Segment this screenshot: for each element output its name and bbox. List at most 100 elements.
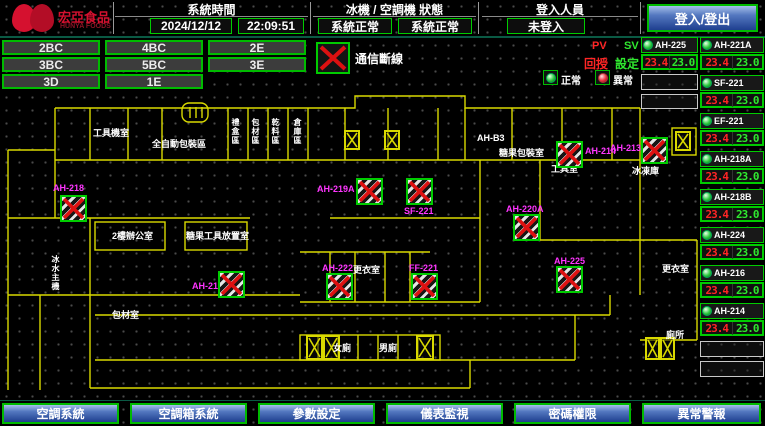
device-status-led (702, 306, 712, 316)
comm-loss-icon (316, 42, 350, 74)
device-ah-218b-values: 23.423.0 (700, 206, 764, 222)
device-ah-218a[interactable]: AH-218A (700, 151, 764, 167)
pv-value: 23.4 (702, 132, 733, 145)
device-status-led (702, 116, 712, 126)
comm-loss-marker (641, 137, 668, 164)
sv-value: 23.0 (733, 56, 763, 69)
sv-value: 23.0 (733, 246, 763, 259)
device-ef-221[interactable]: EF-221 (700, 113, 764, 129)
floor-button-5bc[interactable]: 5BC (105, 57, 203, 72)
device-status-led (702, 154, 712, 164)
comm-loss-marker (556, 141, 583, 168)
login-logout-button[interactable]: 登入/登出 (647, 4, 758, 32)
comm-loss-label: 通信斷線 (355, 50, 403, 66)
equipment-tag: SF-221 (404, 206, 434, 216)
login-user-label: 登入人員 (482, 2, 638, 17)
device-status-led (702, 230, 712, 240)
device-ah-214[interactable]: AH-214 (700, 303, 764, 319)
device-sf-221[interactable]: SF-221 (700, 75, 764, 91)
room-label: 更衣室 (662, 262, 689, 275)
comm-loss-marker (218, 271, 245, 298)
logo: 宏亞食品 HUNYA FOODS (6, 2, 112, 35)
sv-value: 23.0 (733, 208, 763, 221)
pv-value: 23.4 (702, 284, 733, 297)
room-label: AH-B3 (477, 133, 505, 143)
legend-setpoint: 設定 (615, 55, 639, 72)
device-status-led (702, 40, 712, 50)
device-ah-224-values: 23.423.0 (700, 244, 764, 260)
nav-ahu-system[interactable]: 空調箱系統 (130, 403, 247, 424)
device-name: AH-216 (714, 268, 745, 278)
room-label: 全自動包裝區 (152, 137, 206, 150)
device-ah-216[interactable]: AH-216 (700, 265, 764, 281)
logo-subtitle: HUNYA FOODS (60, 23, 111, 30)
comm-loss-marker (556, 266, 583, 293)
room-label: 更衣室 (353, 263, 380, 276)
pv-value: 23.4 (643, 56, 670, 69)
floor-button-1e[interactable]: 1E (105, 74, 203, 89)
nav-ac-system[interactable]: 空調系統 (2, 403, 119, 424)
device-ah-224[interactable]: AH-224 (700, 227, 764, 243)
equipment-tag: FF-221 (409, 263, 438, 273)
floor-button-3d[interactable]: 3D (2, 74, 100, 89)
device-status-led (702, 268, 712, 278)
floor-button-2e[interactable]: 2E (208, 40, 306, 55)
floor-button-3e[interactable]: 3E (208, 57, 306, 72)
device-ah-221a[interactable]: AH-221A (700, 37, 764, 53)
device-name: AH-221A (714, 40, 752, 50)
sv-value: 23.0 (733, 170, 763, 183)
header-divider (640, 2, 641, 34)
comm-loss-marker (356, 178, 383, 205)
nav-password-access[interactable]: 密碼權限 (514, 403, 631, 424)
device-ah-216-values: 23.423.0 (700, 282, 764, 298)
device-ah-225[interactable]: AH-225 (641, 37, 698, 53)
pv-value: 23.4 (702, 246, 733, 259)
legend-abnormal-label: 異常 (613, 72, 633, 87)
nav-parameter-setup[interactable]: 參數設定 (258, 403, 375, 424)
nav-meter-monitor[interactable]: 儀表監視 (386, 403, 503, 424)
comm-loss-marker (60, 195, 87, 222)
green-led-icon (546, 73, 556, 83)
comm-loss-marker (326, 273, 353, 300)
equipment-tag: AH-220A (506, 204, 544, 214)
pv-value: 23.4 (702, 94, 733, 107)
nav-alarm[interactable]: 異常警報 (642, 403, 761, 424)
legend-normal-label: 正常 (561, 72, 581, 87)
panel-empty-slot (700, 361, 764, 377)
room-label: 乾料區 (270, 118, 281, 145)
room-label: 糖果包裝室 (499, 146, 544, 159)
floor-button-3bc[interactable]: 3BC (2, 57, 100, 72)
legend-normal-led (543, 70, 558, 85)
device-status-led (702, 78, 712, 88)
room-label: 包材區 (250, 118, 261, 145)
sv-value: 23.0 (733, 322, 763, 335)
comm-loss-marker (411, 273, 438, 300)
device-ah-218b[interactable]: AH-218B (700, 189, 764, 205)
stair-x-icon (384, 130, 400, 150)
floor-button-4bc[interactable]: 4BC (105, 40, 203, 55)
sv-value: 23.0 (733, 132, 763, 145)
device-status-led (643, 40, 653, 50)
logo-icon (30, 4, 54, 32)
machine-status-label: 冰機 / 空調機 狀態 (313, 2, 476, 17)
room-label: 女廁 (333, 341, 351, 354)
device-ef-221-values: 23.423.0 (700, 130, 764, 146)
room-label: 冰凍庫 (632, 164, 659, 177)
legend-pv: PV (592, 40, 607, 52)
legend-abnormal-led (595, 70, 610, 85)
device-status-led (702, 192, 712, 202)
floor-button-2bc[interactable]: 2BC (2, 40, 100, 55)
chiller-status: 系統正常 (318, 18, 392, 34)
equipment-tag: AH-219A (317, 184, 355, 194)
sv-value: 23.0 (733, 94, 763, 107)
device-name: SF-221 (714, 78, 744, 88)
device-name: AH-225 (655, 40, 686, 50)
sv-value: 23.0 (670, 56, 696, 69)
equipment-tag: AH-218 (53, 183, 84, 193)
login-user-value: 未登入 (507, 18, 585, 34)
comm-loss-marker (406, 178, 433, 205)
panel-empty-slot (700, 341, 764, 357)
room-label: 廁所 (666, 328, 684, 341)
device-ah-225-values: 23.423.0 (641, 54, 698, 70)
stair-x-icon (306, 335, 323, 360)
